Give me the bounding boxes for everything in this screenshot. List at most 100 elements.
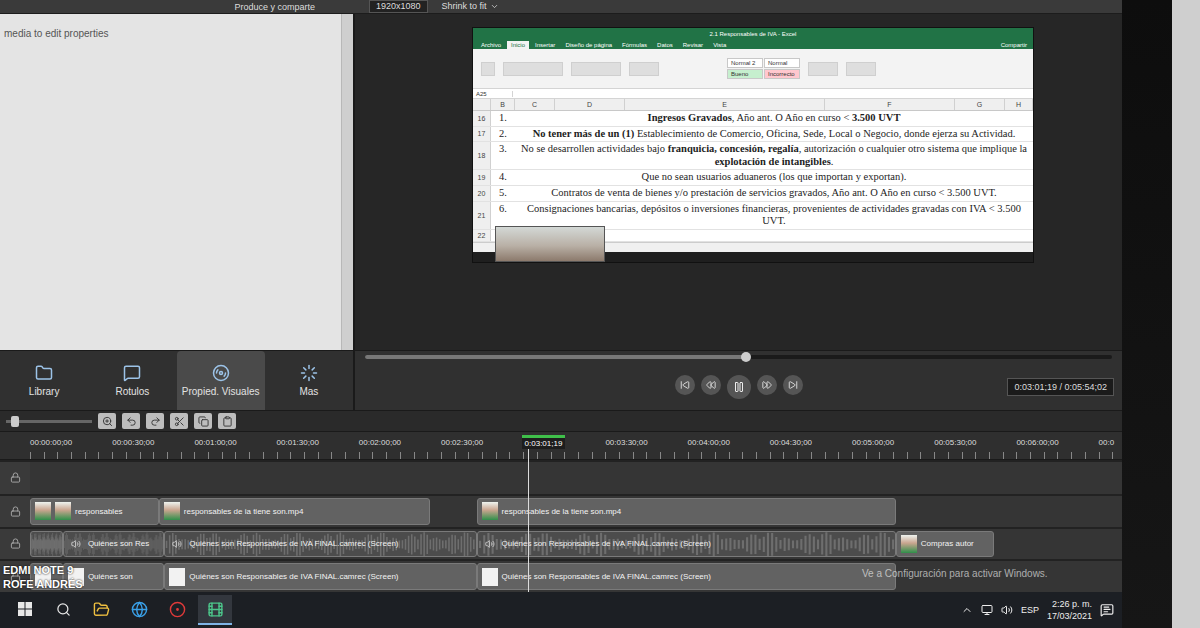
track-lock[interactable]: [0, 529, 30, 560]
panel-tab[interactable]: Rotulos: [88, 351, 176, 410]
zoom-knob[interactable]: [11, 416, 19, 427]
item-number[interactable]: 3.: [491, 142, 515, 169]
clip[interactable]: Quiénes son Responsables de IVA FINAL.ca…: [477, 563, 896, 590]
app-button[interactable]: [160, 595, 194, 625]
paste-button[interactable]: [218, 413, 236, 429]
clip[interactable]: responsables de la tiene son.mp4: [477, 498, 896, 525]
edge-button[interactable]: [122, 595, 156, 625]
column-header[interactable]: B: [491, 99, 515, 110]
produce-button[interactable]: Produce y comparte: [0, 0, 355, 13]
row-header[interactable]: 20: [473, 186, 491, 201]
undo-button[interactable]: [122, 413, 140, 429]
zoom-dropdown[interactable]: Shrink to fit: [442, 1, 499, 12]
track-lock[interactable]: [0, 462, 30, 494]
column-header[interactable]: H: [1005, 99, 1033, 110]
item-text[interactable]: Que no sean usuarios aduaneros (los que …: [515, 170, 1033, 185]
scrollbar[interactable]: [341, 14, 353, 350]
network-icon[interactable]: [981, 604, 993, 616]
copy-button[interactable]: [194, 413, 212, 429]
cell-style[interactable]: Incorrecto: [764, 69, 800, 79]
column-header[interactable]: D: [555, 99, 625, 110]
column-header[interactable]: F: [825, 99, 955, 110]
row-header[interactable]: 16: [473, 111, 491, 126]
notifications-icon[interactable]: [1100, 603, 1114, 617]
item-number[interactable]: 1.: [491, 111, 515, 126]
panel-tab[interactable]: Library: [0, 351, 88, 410]
playhead-label[interactable]: 0:03:01;19: [522, 435, 566, 449]
clip[interactable]: Quiénes son Res: [63, 531, 164, 558]
ribbon-tab[interactable]: Fórmulas: [618, 41, 651, 49]
panel-tab[interactable]: Mas: [265, 351, 353, 410]
film-icon: [207, 601, 224, 618]
resolution-field[interactable]: 1920x1080: [369, 0, 428, 13]
redo-button[interactable]: [146, 413, 164, 429]
clip[interactable]: Quiénes son Responsables de IVA FINAL.ca…: [164, 563, 476, 590]
scrubber-knob[interactable]: [741, 352, 751, 362]
panel-tab[interactable]: Propied. Visuales: [177, 351, 265, 410]
ribbon-tab[interactable]: Insertar: [531, 41, 559, 49]
corner-cell[interactable]: [473, 99, 491, 110]
row-header[interactable]: 21: [473, 202, 491, 229]
name-box[interactable]: A25: [473, 91, 513, 97]
cell-style[interactable]: Normal: [764, 58, 800, 68]
clip[interactable]: [30, 531, 63, 558]
paste-button[interactable]: [481, 62, 495, 76]
playhead[interactable]: [528, 446, 529, 592]
next-button[interactable]: [783, 375, 803, 395]
clip[interactable]: responsables: [30, 498, 159, 525]
previous-button[interactable]: [675, 375, 695, 395]
cut-button[interactable]: [170, 413, 188, 429]
clip[interactable]: Quiénes son Responsables de IVA FINAL.ca…: [164, 531, 476, 558]
editing-group[interactable]: [846, 62, 876, 76]
share-button[interactable]: Compartir: [1001, 41, 1033, 49]
item-number[interactable]: 2.: [491, 127, 515, 142]
scrubber[interactable]: [365, 355, 1112, 359]
row-header[interactable]: 18: [473, 142, 491, 169]
item-text[interactable]: Consignaciones bancarias, depósitos o in…: [515, 202, 1033, 229]
ribbon-tab[interactable]: Vista: [709, 41, 730, 49]
clip[interactable]: responsables de ia tiene son.mp4: [159, 498, 430, 525]
forward-button[interactable]: [757, 375, 777, 395]
language-indicator[interactable]: ESP: [1021, 605, 1039, 615]
clock[interactable]: 2:26 p. m.17/03/2021: [1047, 598, 1092, 622]
ribbon-tab[interactable]: Archivo: [477, 41, 505, 49]
item-text[interactable]: Ingresos Gravados, Año ant. O Año en cur…: [515, 111, 1033, 126]
item-number[interactable]: 6.: [491, 202, 515, 229]
track-lock[interactable]: [0, 496, 30, 527]
row-header[interactable]: 19: [473, 170, 491, 185]
time-ruler[interactable]: 00:00:00;0000:00:30;0000:01:00;0000:01:3…: [0, 432, 1122, 460]
volume-icon[interactable]: [1001, 604, 1013, 616]
cell-style[interactable]: Bueno: [727, 69, 763, 79]
ribbon-tab[interactable]: Revisar: [679, 41, 707, 49]
ribbon-tab[interactable]: Diseño de página: [561, 41, 616, 49]
ribbon-tab[interactable]: Inicio: [507, 41, 529, 49]
row-header[interactable]: 17: [473, 127, 491, 142]
number-group[interactable]: [629, 62, 659, 76]
font-group[interactable]: [503, 62, 563, 76]
column-header[interactable]: G: [955, 99, 1005, 110]
item-number[interactable]: 4.: [491, 170, 515, 185]
play-pause-button[interactable]: [727, 375, 751, 399]
column-header[interactable]: C: [515, 99, 555, 110]
ribbon-tab[interactable]: Datos: [653, 41, 677, 49]
cell-style[interactable]: Normal 2: [727, 58, 763, 68]
camtasia-button[interactable]: [198, 595, 232, 625]
start-button[interactable]: [8, 595, 42, 625]
column-header[interactable]: E: [625, 99, 825, 110]
zoom-slider[interactable]: [6, 420, 92, 423]
item-text[interactable]: Contratos de venta de bienes y/o prestac…: [515, 186, 1033, 201]
clip[interactable]: Compras autor: [896, 531, 995, 558]
chevron-up-icon[interactable]: [961, 604, 973, 616]
row-header[interactable]: 22: [473, 230, 491, 241]
zoom-button[interactable]: [98, 413, 116, 429]
clip[interactable]: Quiénes son Responsables de IVA FINAL.ca…: [477, 531, 896, 558]
item-number[interactable]: 5.: [491, 186, 515, 201]
explorer-button[interactable]: [84, 595, 118, 625]
item-text[interactable]: No tener más de un (1) Establecimiento d…: [515, 127, 1033, 142]
rewind-button[interactable]: [701, 375, 721, 395]
alignment-group[interactable]: [571, 62, 621, 76]
search-button[interactable]: [46, 595, 80, 625]
cells-group[interactable]: [808, 62, 838, 76]
item-text[interactable]: No se desarrollen actividades bajo franq…: [515, 142, 1033, 169]
scrubber-fill: [365, 355, 746, 359]
